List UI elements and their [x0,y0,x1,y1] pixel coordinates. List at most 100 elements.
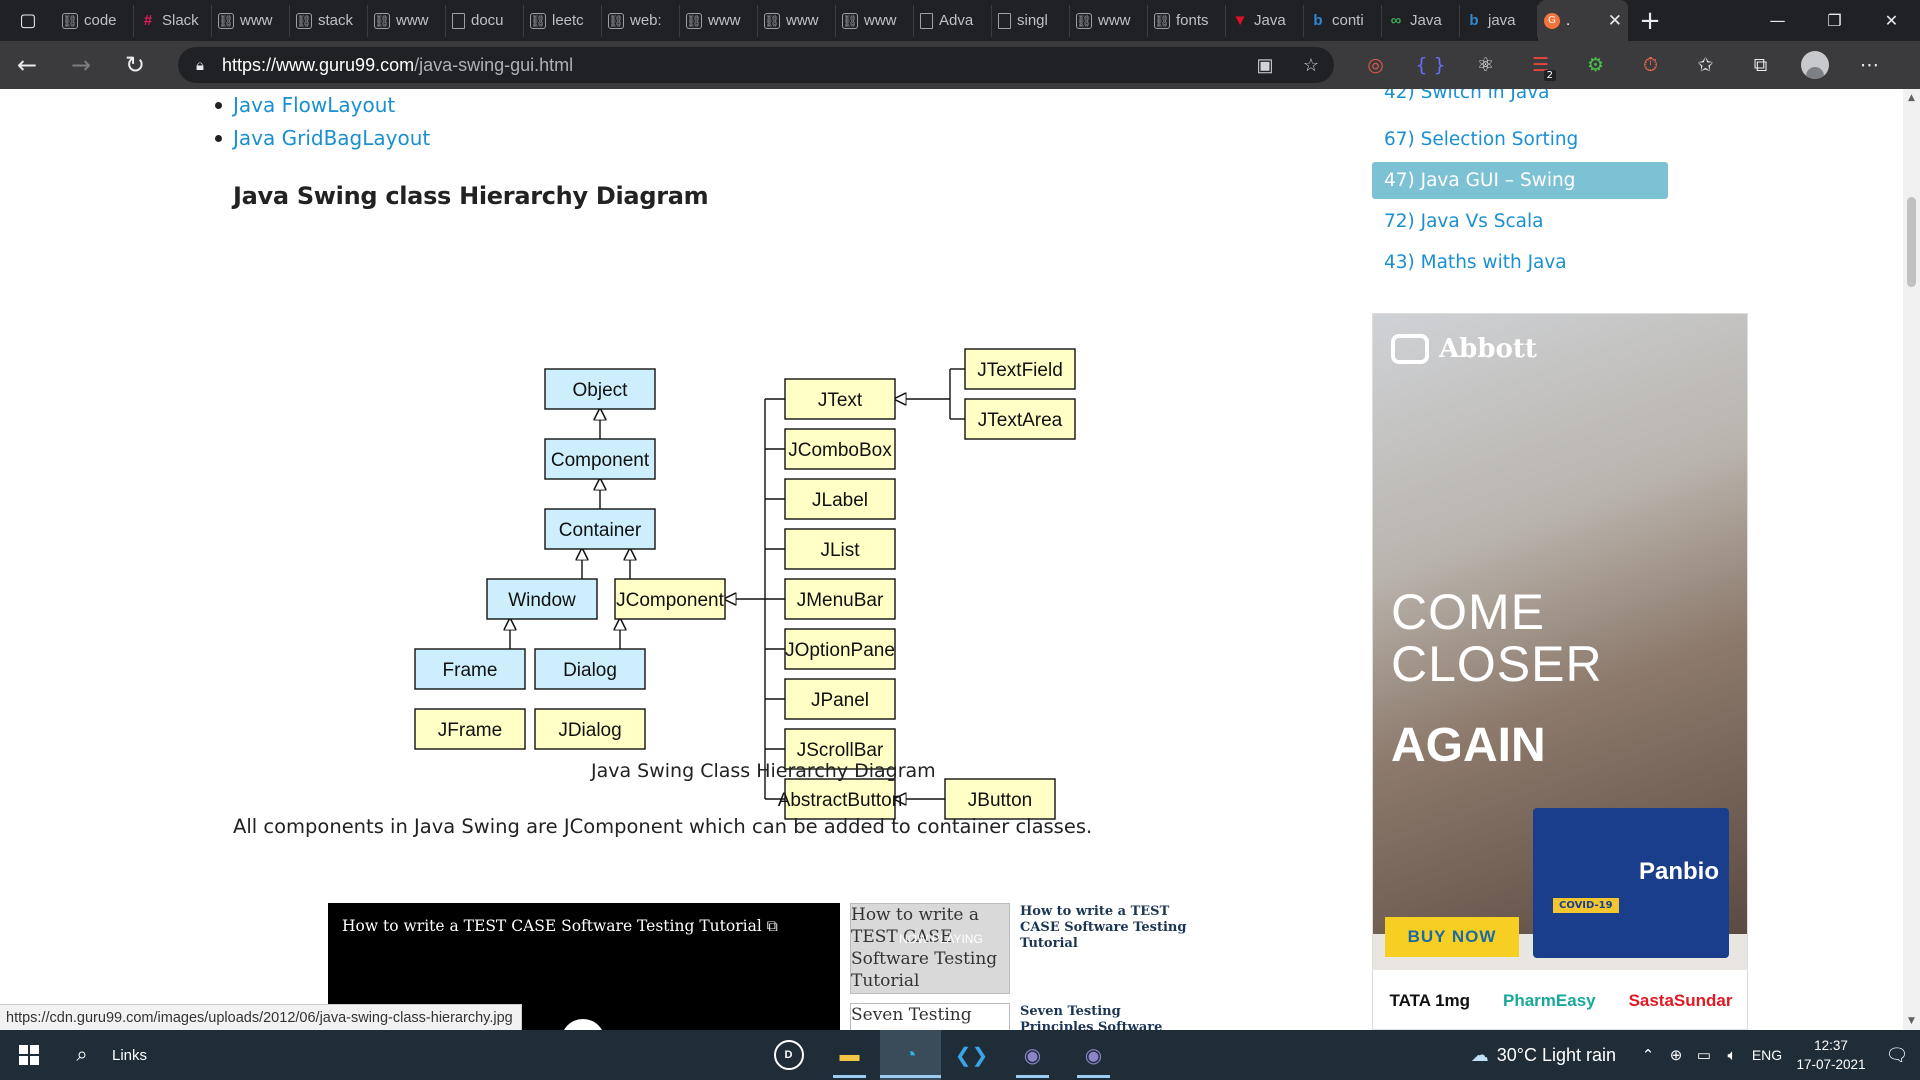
url-text[interactable]: https://www.guru99.com/java-swing-gui.ht… [222,55,1242,76]
eclipse-icon-1[interactable]: ◉ [1002,1030,1063,1080]
tab-title: singl [1017,12,1048,29]
tab-8[interactable]: ⛓ www [680,4,758,37]
class-box-label: JComboBox [788,440,892,461]
tab-active-guru99[interactable]: G . ✕ [1538,0,1628,41]
page-scrollbar[interactable]: ▲ ▼ [1903,89,1920,1030]
restore-icon[interactable]: ❐ [1806,0,1863,41]
class-box-jtextfield: JTextField [964,348,1076,390]
collections-icon[interactable]: ⧉ [1733,41,1788,89]
extension-braces-icon[interactable]: { } [1403,41,1458,89]
play-button[interactable] [561,1019,605,1030]
infinity-icon: ∞ [1390,12,1402,29]
battery-icon[interactable]: ▭ [1690,1046,1718,1064]
video-thumbnail-1[interactable]: How to write a TEST CASE Software Testin… [850,903,1010,994]
tab-icon: ⛓ [296,12,312,29]
class-box-frame: Frame [414,648,526,690]
class-box-jframe: JFrame [414,708,526,750]
tab-title: www [1098,12,1131,29]
tab-5[interactable]: docu [446,4,524,37]
vscode-icon[interactable]: ❮❯ [941,1030,1002,1080]
extension-stack-icon[interactable]: ☰ 2 [1513,41,1568,89]
sidebar-item-java-vs-scala[interactable]: 72) Java Vs Scala [1372,201,1668,242]
tab-18[interactable]: b java [1460,4,1538,37]
scrollbar-thumb[interactable] [1907,197,1916,287]
globe-icon[interactable]: ⊕ [1662,1046,1690,1064]
tab-2[interactable]: ⛓ www [212,4,290,37]
advertisement[interactable]: Abbott COME CLOSER AGAIN Panbio COVID-19 … [1372,313,1748,1030]
swing-hierarchy-diagram[interactable]: Object Component Container Window Frame Dialo… [405,244,1085,834]
tab-actions-menu-icon[interactable]: ▢ [0,0,56,41]
volume-icon[interactable]: 🔈︎ [1718,1047,1746,1064]
reader-mode-icon[interactable]: ▣ [1242,55,1288,76]
settings-menu-icon[interactable]: ⋯ [1842,41,1897,89]
close-tab-icon[interactable]: ✕ [1608,11,1622,31]
favorites-icon[interactable]: ✩ [1678,41,1733,89]
link-java-flowlayout[interactable]: Java FlowLayout [233,93,395,117]
tab-16[interactable]: b conti [1304,4,1382,37]
extension-swirl-icon[interactable]: ◎ [1348,41,1403,89]
video-link-1[interactable]: How to write a TEST CASE Software Testin… [1020,904,1190,952]
system-tray: ☁ 30°C Light rain ⌃ ⊕ ▭ 🔈︎ ENG 12:37 17-… [1471,1030,1920,1080]
tab-10[interactable]: ⛓ www [836,4,914,37]
minimize-icon[interactable]: — [1749,0,1806,41]
video-link-2[interactable]: Seven Testing Principles Software Testin… [1020,1004,1190,1030]
sidebar-item-selection-sorting[interactable]: 67) Selection Sorting [1372,119,1668,160]
back-button[interactable]: ← [0,41,54,89]
extension-gear-icon[interactable]: ⚙ [1568,41,1623,89]
refresh-button[interactable]: ↻ [108,41,162,89]
tab-14[interactable]: ⛓ fonts [1148,4,1226,37]
sidebar-item-java-gui-swing[interactable]: 47) Java GUI – Swing [1372,162,1668,199]
tab-7[interactable]: ⛓ web: [602,4,680,37]
class-box-label: JList [820,540,860,561]
lock-icon[interactable]: 🔒︎ [178,57,222,74]
weather-widget[interactable]: ☁ 30°C Light rain [1471,1045,1616,1066]
tab-15[interactable]: ▼ Java [1226,4,1304,37]
video-title: How to write a TEST CASE Software Testin… [342,917,778,936]
tab-12[interactable]: singl [992,4,1070,37]
web-page: Java FlowLayout Java GridBagLayout Java … [0,89,1903,1030]
tab-6[interactable]: ⛓ leetc [524,4,602,37]
tab-1[interactable]: # Slack [134,4,212,37]
extension-timer-icon[interactable]: ⏱ [1623,41,1678,89]
tab-0[interactable]: ⛓ code [56,4,134,37]
paragraph: All components in Java Swing are JCompon… [233,815,1093,838]
external-link-icon[interactable]: ⧉ [767,917,778,935]
close-window-icon[interactable]: ✕ [1863,0,1920,41]
tab-title: leetc [552,12,584,29]
add-favorite-icon[interactable]: ☆ [1288,55,1334,76]
file-explorer-icon[interactable]: ▬ [819,1030,880,1080]
dell-app-icon[interactable]: D [758,1030,819,1080]
ad-buy-now-button[interactable]: BUY NOW [1385,917,1519,957]
new-tab-button[interactable]: + [1628,6,1672,36]
tab-3[interactable]: ⛓ stack [290,4,368,37]
taskbar-apps: D ▬ ◔ ❮❯ ◉ ◉ [758,1030,1124,1080]
search-icon[interactable]: ⌕ [58,1044,106,1067]
start-button[interactable] [0,1030,58,1080]
chevron-up-icon[interactable]: ⌃ [1634,1046,1662,1064]
clock[interactable]: 12:37 17-07-2021 [1788,1036,1874,1074]
tab-13[interactable]: ⛓ www [1070,4,1148,37]
extension-react-icon[interactable]: ⚛ [1458,41,1513,89]
tab-icon: ⛓ [218,12,234,29]
link-java-gridbaglayout[interactable]: Java GridBagLayout [233,126,430,150]
links-toolbar-label[interactable]: Links [106,1047,222,1064]
sidebar-item-maths-with-java[interactable]: 43) Maths with Java [1372,242,1668,283]
sidebar-item-switch-in-java[interactable]: 42) Switch in Java [1372,89,1668,119]
address-bar[interactable]: 🔒︎ https://www.guru99.com/java-swing-gui… [178,47,1334,83]
edge-browser-icon[interactable]: ◔ [880,1030,941,1080]
forward-button[interactable]: → [54,41,108,89]
tab-11[interactable]: Adva [914,4,992,37]
tab-4[interactable]: ⛓ www [368,4,446,37]
ad-headline-line: COME [1391,584,1545,640]
scroll-up-icon[interactable]: ▲ [1903,93,1920,103]
v-icon: ▼ [1232,12,1248,29]
notifications-icon[interactable]: 🗨︎ [1874,1045,1920,1066]
scroll-down-icon[interactable]: ▼ [1903,1016,1920,1026]
profile-avatar[interactable] [1801,51,1829,79]
tab-17[interactable]: ∞ Java [1382,4,1460,37]
tab-9[interactable]: ⛓ www [758,4,836,37]
eclipse-icon-2[interactable]: ◉ [1063,1030,1124,1080]
language-indicator[interactable]: ENG [1746,1047,1788,1063]
video-thumbnail-2[interactable]: Seven Testing [850,1003,1010,1030]
layout-links-list: Java FlowLayout Java GridBagLayout [214,89,430,155]
